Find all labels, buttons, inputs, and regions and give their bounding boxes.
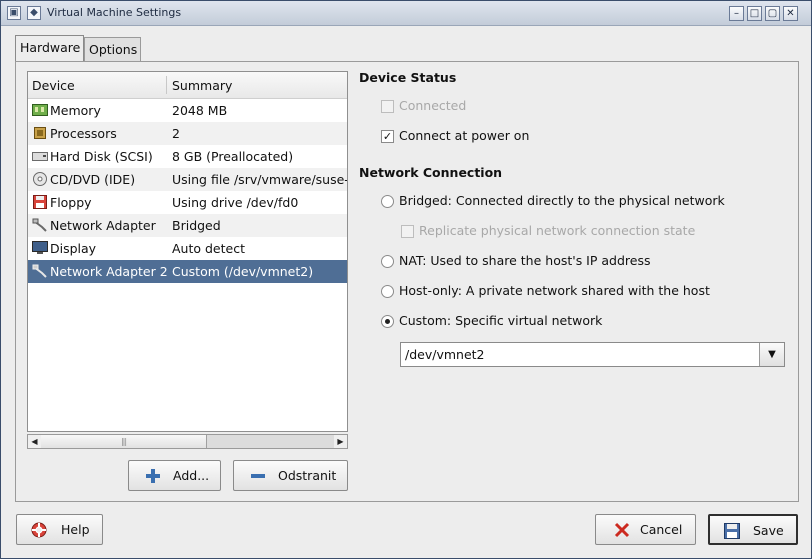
connect-at-power-on-label: Connect at power on [399,128,530,143]
device-row-floppy[interactable]: Floppy Using drive /dev/fd0 [28,191,347,214]
device-row-network-adapter-2[interactable]: Network Adapter 2 Custom (/dev/vmnet2) [28,260,347,283]
remove-button-label: Odstranit [278,468,337,483]
connected-checkbox[interactable] [381,100,394,113]
device-list[interactable]: Device Summary Memory 2048 MB Processors… [27,71,348,432]
cancel-button[interactable]: Cancel [595,514,696,545]
tab-hardware[interactable]: Hardware [15,35,84,62]
custom-network-value: /dev/vmnet2 [405,347,485,362]
device-row-display[interactable]: Display Auto detect [28,237,347,260]
connected-label: Connected [399,98,467,113]
device-summary: Auto detect [172,241,245,256]
minimize-button[interactable]: – [729,6,744,21]
vm-settings-window: ▣ ◆ Virtual Machine Settings – □ ▢ ✕ Har… [0,0,812,559]
help-button-label: Help [61,522,90,537]
device-name: Display [50,241,97,256]
device-name: Floppy [50,195,92,210]
column-separator[interactable] [166,76,167,94]
help-button[interactable]: Help [16,514,103,545]
replicate-label: Replicate physical network connection st… [419,223,696,238]
memory-icon [32,103,48,117]
cancel-button-label: Cancel [640,522,683,537]
chevron-down-icon[interactable]: ▼ [759,343,784,366]
device-row-hard-disk[interactable]: Hard Disk (SCSI) 8 GB (Preallocated) [28,145,347,168]
device-name: Processors [50,126,117,141]
save-icon [724,523,740,539]
floppy-icon [32,195,48,209]
device-summary: Using file /srv/vmware/suse-6 [172,172,348,187]
custom-label: Custom: Specific virtual network [399,313,603,328]
scroll-right-icon[interactable]: ▶ [334,435,347,448]
device-summary: 2 [172,126,180,141]
device-name: Network Adapter 2 [50,264,168,279]
device-status-heading: Device Status [359,70,457,85]
device-summary: Bridged [172,218,221,233]
window-menu-icon[interactable]: ▣ [7,6,21,20]
device-name: Hard Disk (SCSI) [50,149,153,164]
bridged-label: Bridged: Connected directly to the physi… [399,193,725,208]
remove-button[interactable]: Odstranit [233,460,348,491]
window-title: Virtual Machine Settings [47,6,182,19]
shade-button[interactable]: □ [747,6,762,21]
device-name: Network Adapter [50,218,156,233]
close-button[interactable]: ✕ [783,6,798,21]
save-button[interactable]: Save [708,514,798,545]
plus-icon [145,468,161,484]
device-summary: Using drive /dev/fd0 [172,195,299,210]
processor-icon [32,126,48,140]
custom-radio[interactable] [381,315,394,328]
cd-dvd-icon [32,172,48,186]
device-row-network-adapter[interactable]: Network Adapter Bridged [28,214,347,237]
pin-icon[interactable]: ◆ [27,6,41,20]
network-connection-heading: Network Connection [359,165,503,180]
scrollbar-thumb[interactable]: ||| [41,435,207,448]
tab-options[interactable]: Options [84,37,141,61]
tab-hardware-label: Hardware [20,40,81,55]
device-row-processors[interactable]: Processors 2 [28,122,347,145]
host-only-radio[interactable] [381,285,394,298]
device-list-header: Device Summary [28,72,347,99]
add-button[interactable]: Add... [128,460,221,491]
display-icon [32,241,48,255]
device-list-horizontal-scrollbar[interactable]: ◀ ||| ▶ [27,434,348,449]
device-summary: Custom (/dev/vmnet2) [172,264,314,279]
tab-options-label: Options [89,42,138,57]
device-name: CD/DVD (IDE) [50,172,136,187]
device-name: Memory [50,103,101,118]
network-adapter-icon [32,264,48,278]
custom-network-select[interactable]: /dev/vmnet2 ▼ [400,342,785,367]
add-button-label: Add... [173,468,210,483]
minus-icon [250,468,266,484]
bridged-radio[interactable] [381,195,394,208]
title-bar[interactable]: ▣ ◆ Virtual Machine Settings – □ ▢ ✕ [1,1,811,26]
replicate-checkbox[interactable] [401,225,414,238]
host-only-label: Host-only: A private network shared with… [399,283,710,298]
device-summary: 2048 MB [172,103,228,118]
cancel-x-icon [614,522,630,538]
nat-label: NAT: Used to share the host's IP address [399,253,651,268]
column-summary[interactable]: Summary [172,78,232,93]
save-button-label: Save [753,523,784,538]
scroll-left-icon[interactable]: ◀ [28,435,41,448]
column-device[interactable]: Device [32,78,75,93]
maximize-button[interactable]: ▢ [765,6,780,21]
hard-disk-icon [32,149,48,163]
lifebuoy-icon [31,522,47,538]
connect-at-power-on-checkbox[interactable]: ✓ [381,130,394,143]
device-summary: 8 GB (Preallocated) [172,149,294,164]
device-row-memory[interactable]: Memory 2048 MB [28,99,347,122]
device-row-cd-dvd[interactable]: CD/DVD (IDE) Using file /srv/vmware/suse… [28,168,347,191]
network-adapter-icon [32,218,48,232]
nat-radio[interactable] [381,255,394,268]
